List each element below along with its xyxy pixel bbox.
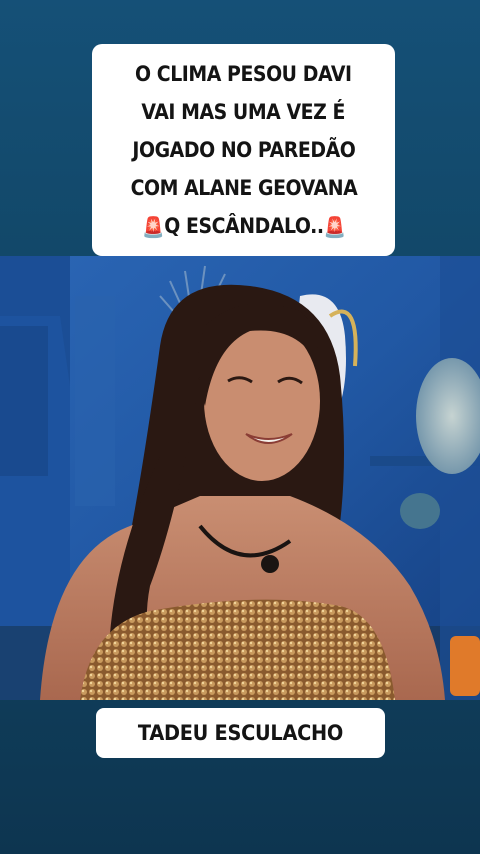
bottom-caption-box: TADEU ESCULACHO	[96, 708, 385, 758]
video-frame[interactable]	[0, 256, 480, 700]
caption-line-3: JOGADO NO PAREDÃO	[131, 137, 355, 162]
top-caption-box: O CLIMA PESOU DAVI VAI MAS UMA VEZ É JOG…	[92, 44, 395, 256]
video-scene	[0, 256, 480, 700]
caption-line-5: 🚨Q ESCÂNDALO..🚨	[141, 207, 346, 246]
reel-screen: O CLIMA PESOU DAVI VAI MAS UMA VEZ É JOG…	[0, 0, 480, 854]
siren-icon: 🚨	[323, 214, 346, 239]
caption-line-1: O CLIMA PESOU DAVI	[135, 61, 352, 86]
caption-line-5-text: Q ESCÂNDALO..	[163, 213, 324, 238]
caption-line-2: VAI MAS UMA VEZ É	[141, 99, 346, 124]
siren-icon: 🚨	[141, 214, 164, 239]
caption-line-4: COM ALANE GEOVANA	[130, 175, 357, 200]
bottom-caption-text: TADEU ESCULACHO	[137, 721, 344, 745]
